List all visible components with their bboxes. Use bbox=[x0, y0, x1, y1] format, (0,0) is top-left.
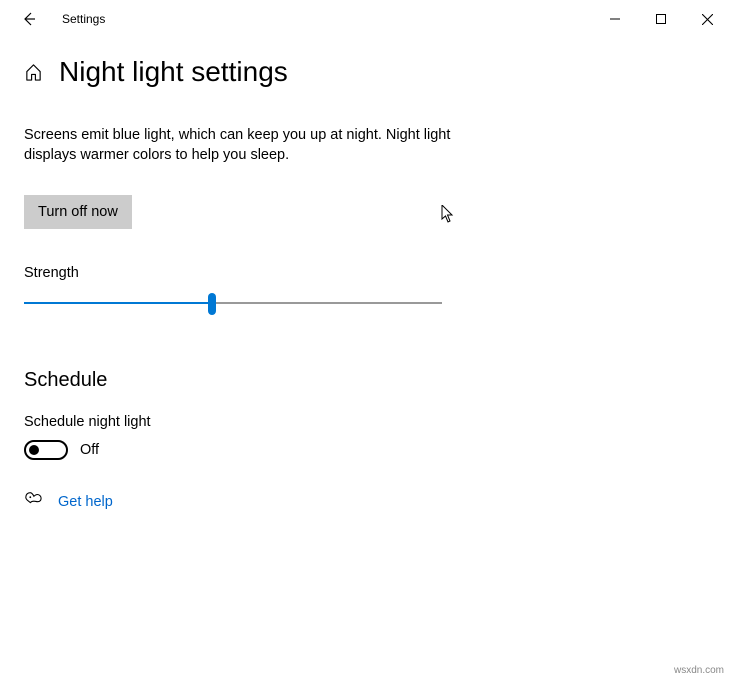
slider-thumb[interactable] bbox=[208, 293, 216, 315]
help-icon bbox=[24, 490, 42, 513]
description-text: Screens emit blue light, which can keep … bbox=[24, 126, 464, 165]
schedule-toggle-row: Off bbox=[24, 440, 706, 460]
close-icon bbox=[702, 14, 713, 25]
minimize-icon bbox=[610, 14, 620, 24]
maximize-icon bbox=[656, 14, 666, 24]
schedule-toggle[interactable] bbox=[24, 440, 68, 460]
toggle-knob bbox=[29, 445, 39, 455]
page-header: Night light settings bbox=[24, 56, 706, 88]
window-controls bbox=[592, 3, 730, 35]
content-area: Night light settings Screens emit blue l… bbox=[0, 38, 730, 513]
titlebar: Settings bbox=[0, 0, 730, 38]
schedule-toggle-label: Schedule night light bbox=[24, 414, 706, 430]
maximize-button[interactable] bbox=[638, 3, 684, 35]
close-button[interactable] bbox=[684, 3, 730, 35]
back-button[interactable] bbox=[14, 4, 44, 34]
get-help-link[interactable]: Get help bbox=[58, 494, 113, 510]
watermark: wsxdn.com bbox=[674, 665, 724, 676]
home-icon[interactable] bbox=[24, 63, 43, 82]
toggle-state-text: Off bbox=[80, 442, 99, 458]
strength-label: Strength bbox=[24, 265, 706, 281]
turn-off-now-button[interactable]: Turn off now bbox=[24, 195, 132, 229]
strength-slider[interactable] bbox=[24, 293, 442, 317]
slider-track-active bbox=[24, 302, 212, 304]
help-row: Get help bbox=[24, 490, 706, 513]
back-arrow-icon bbox=[21, 11, 37, 27]
schedule-heading: Schedule bbox=[24, 369, 706, 392]
app-title: Settings bbox=[62, 12, 105, 26]
page-title: Night light settings bbox=[59, 56, 288, 88]
minimize-button[interactable] bbox=[592, 3, 638, 35]
